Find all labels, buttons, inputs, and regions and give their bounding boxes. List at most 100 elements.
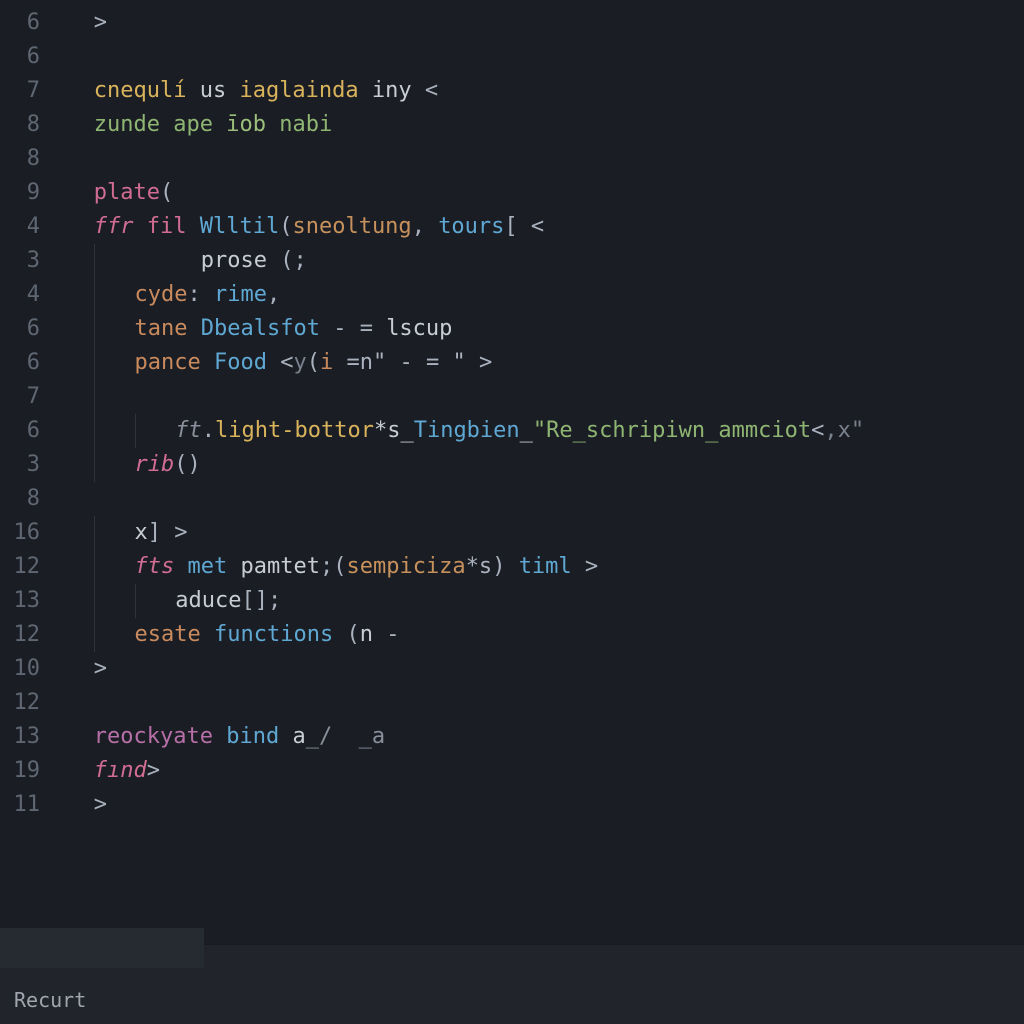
code-line[interactable]: aduce[]; <box>54 584 1024 618</box>
code-token: ] > <box>148 520 188 545</box>
code-line[interactable]: > <box>54 788 1024 822</box>
code-token: > <box>572 554 599 579</box>
code-token: ffr <box>94 214 134 239</box>
code-line[interactable] <box>54 142 1024 176</box>
code-token: plate <box>94 180 160 205</box>
line-number: 7 <box>0 380 54 414</box>
code-token: < <box>425 78 438 103</box>
code-token: ( <box>279 214 292 239</box>
code-token: nabi <box>266 112 332 137</box>
line-number: 8 <box>0 142 54 176</box>
code-line[interactable]: > <box>54 652 1024 686</box>
code-token: ( <box>160 180 173 205</box>
code-token: pamtet <box>240 554 319 579</box>
code-line[interactable]: rib() <box>54 448 1024 482</box>
code-token: n" <box>360 350 387 375</box>
status-label: Recurt <box>14 985 86 1016</box>
code-line[interactable]: esate functions (n - <box>54 618 1024 652</box>
code-token: fts <box>135 554 175 579</box>
code-line[interactable]: tane Dbealsfot - = lscup <box>54 312 1024 346</box>
code-token: ft <box>175 418 202 443</box>
code-token: > <box>94 10 107 35</box>
code-token: esate <box>135 622 201 647</box>
line-number: 3 <box>0 244 54 278</box>
code-line[interactable]: ft.light-bottor*s_Tingbien_"Re_schripiwn… <box>54 414 1024 448</box>
code-line[interactable]: pance Food <y(i =n" - = " > <box>54 346 1024 380</box>
line-number: 10 <box>0 652 54 686</box>
code-token: (; <box>280 248 307 273</box>
code-token: bind <box>226 724 279 749</box>
code-line[interactable]: > <box>54 6 1024 40</box>
code-token: cyde <box>135 282 188 307</box>
code-token: > <box>147 758 160 783</box>
code-token: prose <box>174 248 280 273</box>
code-line[interactable]: reockyate bind a_/ _a <box>54 720 1024 754</box>
line-number: 16 <box>0 516 54 550</box>
line-number: 4 <box>0 278 54 312</box>
code-token: fınd <box>94 758 147 783</box>
code-line[interactable]: fınd> <box>54 754 1024 788</box>
code-line[interactable]: cyde: rime, <box>54 278 1024 312</box>
line-number: 6 <box>0 6 54 40</box>
code-token: () <box>174 452 201 477</box>
code-token: > <box>479 350 492 375</box>
code-line[interactable]: plate( <box>54 176 1024 210</box>
code-line[interactable] <box>54 380 1024 414</box>
code-token: reockyate <box>94 724 213 749</box>
code-token: []; <box>241 588 281 613</box>
code-token: < <box>811 418 824 443</box>
code-token: sempiciza <box>346 554 465 579</box>
code-token: ) <box>492 554 519 579</box>
code-token: light-bottor <box>215 418 374 443</box>
line-number: 6 <box>0 312 54 346</box>
code-token: , <box>267 282 280 307</box>
code-token: *s <box>466 554 493 579</box>
code-lines[interactable]: > cnequlí us iaglainda iny < zunde ape ī… <box>54 0 1024 944</box>
code-token: y <box>293 350 306 375</box>
code-token: "Re_schripiwn_ammciot <box>533 418 811 443</box>
code-token: cnequlí <box>94 78 187 103</box>
code-token: met <box>174 554 240 579</box>
code-line[interactable]: prose (; <box>54 244 1024 278</box>
code-token: *s_ <box>374 418 414 443</box>
code-line[interactable]: cnequlí us iaglainda iny < <box>54 74 1024 108</box>
line-number: 19 <box>0 754 54 788</box>
code-token: rib <box>135 452 175 477</box>
code-token: a <box>279 724 306 749</box>
line-number: 6 <box>0 346 54 380</box>
code-token: : <box>187 282 214 307</box>
code-token: fil <box>134 214 200 239</box>
status-tab[interactable] <box>0 928 204 968</box>
code-line[interactable] <box>54 40 1024 74</box>
line-number: 8 <box>0 482 54 516</box>
code-token: ape <box>160 112 226 137</box>
code-area[interactable]: 667889434667638161213121012131911 > cneq… <box>0 0 1024 944</box>
line-number: 12 <box>0 686 54 720</box>
code-token: iny <box>359 78 425 103</box>
code-token: ,x" <box>824 418 864 443</box>
code-token: ( <box>333 622 360 647</box>
code-token: n <box>360 622 387 647</box>
code-token: x <box>135 520 148 545</box>
code-line[interactable]: zunde ape īob nabi <box>54 108 1024 142</box>
code-token: [ < <box>504 214 544 239</box>
line-number: 4 <box>0 210 54 244</box>
line-number: 6 <box>0 414 54 448</box>
code-line[interactable]: ffr fil Wlltil(sneoltung, tours[ < <box>54 210 1024 244</box>
code-token: iaglainda <box>239 78 358 103</box>
code-line[interactable] <box>54 686 1024 720</box>
code-token: īob <box>226 112 266 137</box>
code-token: aduce <box>175 588 241 613</box>
code-line[interactable] <box>54 482 1024 516</box>
line-number: 9 <box>0 176 54 210</box>
code-token: ;( <box>320 554 347 579</box>
code-line[interactable]: x] > <box>54 516 1024 550</box>
code-token <box>201 622 214 647</box>
code-token: - <box>386 622 399 647</box>
code-token: us <box>186 78 239 103</box>
line-number: 3 <box>0 448 54 482</box>
code-line[interactable]: fts met pamtet;(sempiciza*s) timl > <box>54 550 1024 584</box>
code-token: zunde <box>94 112 160 137</box>
code-token: _ <box>520 418 533 443</box>
code-token: functions <box>214 622 333 647</box>
